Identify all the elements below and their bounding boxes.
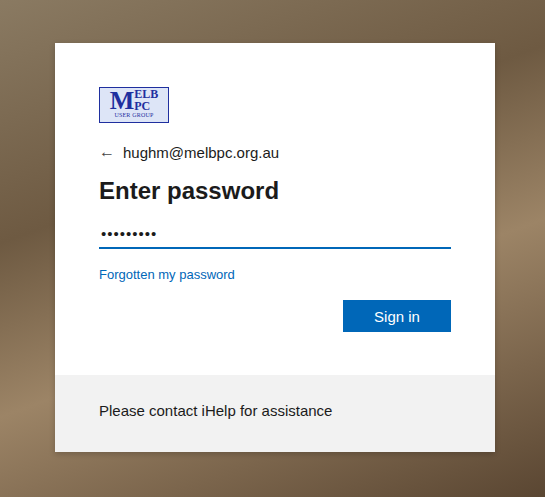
sign-in-button[interactable]: Sign in (343, 300, 451, 332)
logo-top: ELB (134, 89, 158, 100)
logo-mark: MELBPC (110, 89, 159, 112)
sign-in-card: MELBPCUSER GROUP ← hughm@melbpc.org.au Ente… (55, 43, 495, 452)
account-row: ← hughm@melbpc.org.au (99, 143, 451, 161)
melbpc-logo: MELBPCUSER GROUP (99, 87, 169, 123)
background-photo: MELBPCUSER GROUP ← hughm@melbpc.org.au Ente… (0, 0, 545, 497)
help-footer: Please contact iHelp for assistance (55, 375, 495, 452)
page-title: Enter password (99, 177, 451, 205)
logo-initial: M (110, 89, 135, 112)
logo-bottom: PC (134, 101, 158, 112)
actions-row: Sign in (99, 300, 451, 332)
logo-letters: ELBPC (134, 89, 158, 112)
password-field[interactable]: ••••••••• (99, 221, 451, 249)
logo-tagline: USER GROUP (114, 112, 153, 119)
back-arrow-icon[interactable]: ← (99, 143, 115, 161)
account-email: hughm@melbpc.org.au (123, 144, 279, 161)
sign-in-form: MELBPCUSER GROUP ← hughm@melbpc.org.au Ente… (55, 43, 495, 375)
forgot-password-link[interactable]: Forgotten my password (99, 267, 451, 282)
